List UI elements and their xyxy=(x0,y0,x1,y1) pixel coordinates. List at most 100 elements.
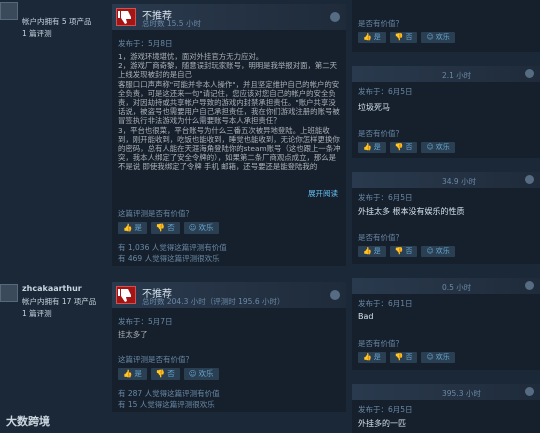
review-header[interactable]: 34.9 小时 xyxy=(352,172,540,188)
helpful-question: 是否有价值？ xyxy=(358,19,403,28)
vote-funny-button[interactable]: ☺ 欢乐 xyxy=(183,222,219,234)
side-review-0: 是否有价值？ 👍 是 👎 否 ☺ 欢乐 xyxy=(352,0,540,52)
review-text: 挂太多了 xyxy=(118,330,148,339)
vote-buttons: 👍 是 👎 否 ☺ 欢乐 xyxy=(118,222,219,234)
thumbs-up-icon: 👍 xyxy=(363,143,372,151)
smile-icon: ☺ xyxy=(426,247,434,255)
side-review-4: 395.3 小时 发布于：6月5日 外挂多的一匹 xyxy=(352,384,540,433)
thumbs-down-icon: 👎 xyxy=(394,353,404,361)
vote-no-button[interactable]: 👎 否 xyxy=(150,222,180,234)
vote-buttons: 👍 是 👎 否 ☺ 欢乐 xyxy=(118,368,219,380)
thumbs-down-icon: 👎 xyxy=(155,369,166,378)
vote-buttons: 👍 是 👎 否 ☺ 欢乐 xyxy=(358,142,455,153)
thumbs-up-icon: 👍 xyxy=(123,223,133,232)
vote-no-button[interactable]: 👎 否 xyxy=(389,352,418,363)
steam-icon xyxy=(525,69,534,78)
side-review-3: 0.5 小时 发布于：6月1日 Bad 是否有价值？ 👍 是 👎 否 ☺ 欢乐 xyxy=(352,278,540,370)
side-review-1: 2.1 小时 发布于：6月5日 垃圾死马 是否有价值？ 👍 是 👎 否 ☺ 欢乐 xyxy=(352,66,540,158)
vote-yes-button[interactable]: 👍 是 xyxy=(118,368,147,380)
vote-yes-button[interactable]: 👍 是 xyxy=(358,246,386,257)
review-card: 不推荐 总时数 15.5 小时 发布于：5月8日 1，游戏环境堪忧，面对外挂官方… xyxy=(112,4,346,266)
thumbs-down-icon: 👎 xyxy=(394,143,404,151)
vote-no-button[interactable]: 👎 否 xyxy=(150,368,180,380)
thumbs-up-icon: 👍 xyxy=(363,33,372,41)
review-card: 不推荐 总时数 204.3 小时（评测时 195.6 小时） 发布于：5月7日 … xyxy=(112,282,346,412)
helpful-question: 这篇评测是否有价值？ xyxy=(118,355,193,364)
smile-icon: ☺ xyxy=(426,353,434,361)
posted-date: 发布于：6月5日 xyxy=(358,87,413,96)
playtime: 0.5 小时 xyxy=(442,283,472,292)
funny-count: 有 15 人觉得这篇评测很欢乐 xyxy=(118,400,215,409)
helpful-count: 有 1,036 人觉得这篇评测有价值 xyxy=(118,243,227,252)
smile-icon: ☺ xyxy=(188,369,197,378)
review-header[interactable]: 不推荐 总时数 204.3 小时（评测时 195.6 小时） xyxy=(112,282,346,308)
vote-funny-button[interactable]: ☺ 欢乐 xyxy=(183,368,219,380)
review-2: zhcakaarthur 帐户内拥有 17 项产品 1 篇评测 不推荐 总时数 … xyxy=(0,282,346,422)
playtime: 总时数 204.3 小时（评测时 195.6 小时） xyxy=(142,297,285,306)
helpful-question: 是否有价值？ xyxy=(358,339,403,348)
funny-count: 有 469 人觉得这篇评测很欢乐 xyxy=(118,254,220,263)
smile-icon: ☺ xyxy=(426,33,434,41)
steam-icon xyxy=(330,12,340,22)
review-text: Bad xyxy=(358,312,374,321)
review-header[interactable]: 0.5 小时 xyxy=(352,278,540,294)
vote-yes-button[interactable]: 👍 是 xyxy=(358,352,386,363)
review-text: 外挂太多 根本没有娱乐的性质 xyxy=(358,207,465,216)
review-header[interactable]: 395.3 小时 xyxy=(352,384,540,400)
helpful-question: 这篇评测是否有价值？ xyxy=(118,209,193,218)
helpful-question: 是否有价值？ xyxy=(358,129,403,138)
steam-review-page: 帐户内拥有 5 项产品 1 篇评测 不推荐 总时数 15.5 小时 发布于：5月… xyxy=(0,0,540,433)
vote-no-button[interactable]: 👎 否 xyxy=(389,142,418,153)
smile-icon: ☺ xyxy=(426,143,434,151)
watermark-logo: 大数跨境 xyxy=(6,415,50,428)
steam-icon xyxy=(525,387,534,396)
steam-icon xyxy=(330,290,340,300)
posted-date: 发布于：5月8日 xyxy=(118,39,173,48)
author-name[interactable]: zhcakaarthur xyxy=(22,284,82,293)
vote-funny-button[interactable]: ☺ 欢乐 xyxy=(421,246,455,257)
thumbs-up-icon: 👍 xyxy=(123,369,133,378)
thumbs-up-icon: 👍 xyxy=(363,247,372,255)
reviews-count[interactable]: 1 篇评测 xyxy=(22,28,52,39)
thumbs-down-icon: 👎 xyxy=(394,247,404,255)
vote-funny-button[interactable]: ☺ 欢乐 xyxy=(421,142,455,153)
helpful-question: 是否有价值？ xyxy=(358,233,403,242)
vote-funny-button[interactable]: ☺ 欢乐 xyxy=(421,352,455,363)
reviews-count[interactable]: 1 篇评测 xyxy=(22,308,52,319)
steam-icon xyxy=(525,175,534,184)
playtime: 2.1 小时 xyxy=(442,71,472,80)
avatar[interactable] xyxy=(0,2,18,20)
text-fade xyxy=(112,170,346,182)
review-1: 帐户内拥有 5 项产品 1 篇评测 不推荐 总时数 15.5 小时 发布于：5月… xyxy=(0,0,346,268)
review-text: 垃圾死马 xyxy=(358,103,390,112)
thumbs-down-icon xyxy=(116,286,136,304)
thumbs-up-icon: 👍 xyxy=(363,353,372,361)
vote-no-button[interactable]: 👎 否 xyxy=(389,246,418,257)
steam-icon xyxy=(525,281,534,290)
review-text: 1，游戏环境堪忧，面对外挂官方无力应对。 2，游戏厂商奇黎，随意误封玩家账号，明… xyxy=(118,52,341,172)
vote-yes-button[interactable]: 👍 是 xyxy=(118,222,147,234)
vote-buttons: 👍 是 👎 否 ☺ 欢乐 xyxy=(358,352,455,363)
playtime: 34.9 小时 xyxy=(442,177,477,186)
thumbs-down-icon: 👎 xyxy=(394,33,404,41)
vote-buttons: 👍 是 👎 否 ☺ 欢乐 xyxy=(358,246,455,257)
side-review-2: 34.9 小时 发布于：6月5日 外挂太多 根本没有娱乐的性质 是否有价值？ 👍… xyxy=(352,172,540,264)
smile-icon: ☺ xyxy=(188,223,197,232)
vote-no-button[interactable]: 👎 否 xyxy=(389,32,418,43)
thumbs-down-icon xyxy=(116,8,136,26)
owned-products[interactable]: 帐户内拥有 17 项产品 xyxy=(22,296,96,307)
vote-funny-button[interactable]: ☺ 欢乐 xyxy=(421,32,455,43)
review-text: 外挂多的一匹 xyxy=(358,419,406,428)
playtime: 395.3 小时 xyxy=(442,389,481,398)
thumbs-down-icon: 👎 xyxy=(155,223,166,232)
vote-yes-button[interactable]: 👍 是 xyxy=(358,32,386,43)
avatar[interactable] xyxy=(0,284,18,302)
vote-yes-button[interactable]: 👍 是 xyxy=(358,142,386,153)
helpful-count: 有 287 人觉得这篇评测有价值 xyxy=(118,389,220,398)
review-header[interactable]: 2.1 小时 xyxy=(352,66,540,82)
expand-link[interactable]: 展开阅读 xyxy=(308,188,338,199)
review-header[interactable]: 不推荐 总时数 15.5 小时 xyxy=(112,4,346,30)
vote-buttons: 👍 是 👎 否 ☺ 欢乐 xyxy=(358,32,455,43)
owned-products[interactable]: 帐户内拥有 5 项产品 xyxy=(22,16,92,27)
posted-date: 发布于：6月1日 xyxy=(358,299,413,308)
